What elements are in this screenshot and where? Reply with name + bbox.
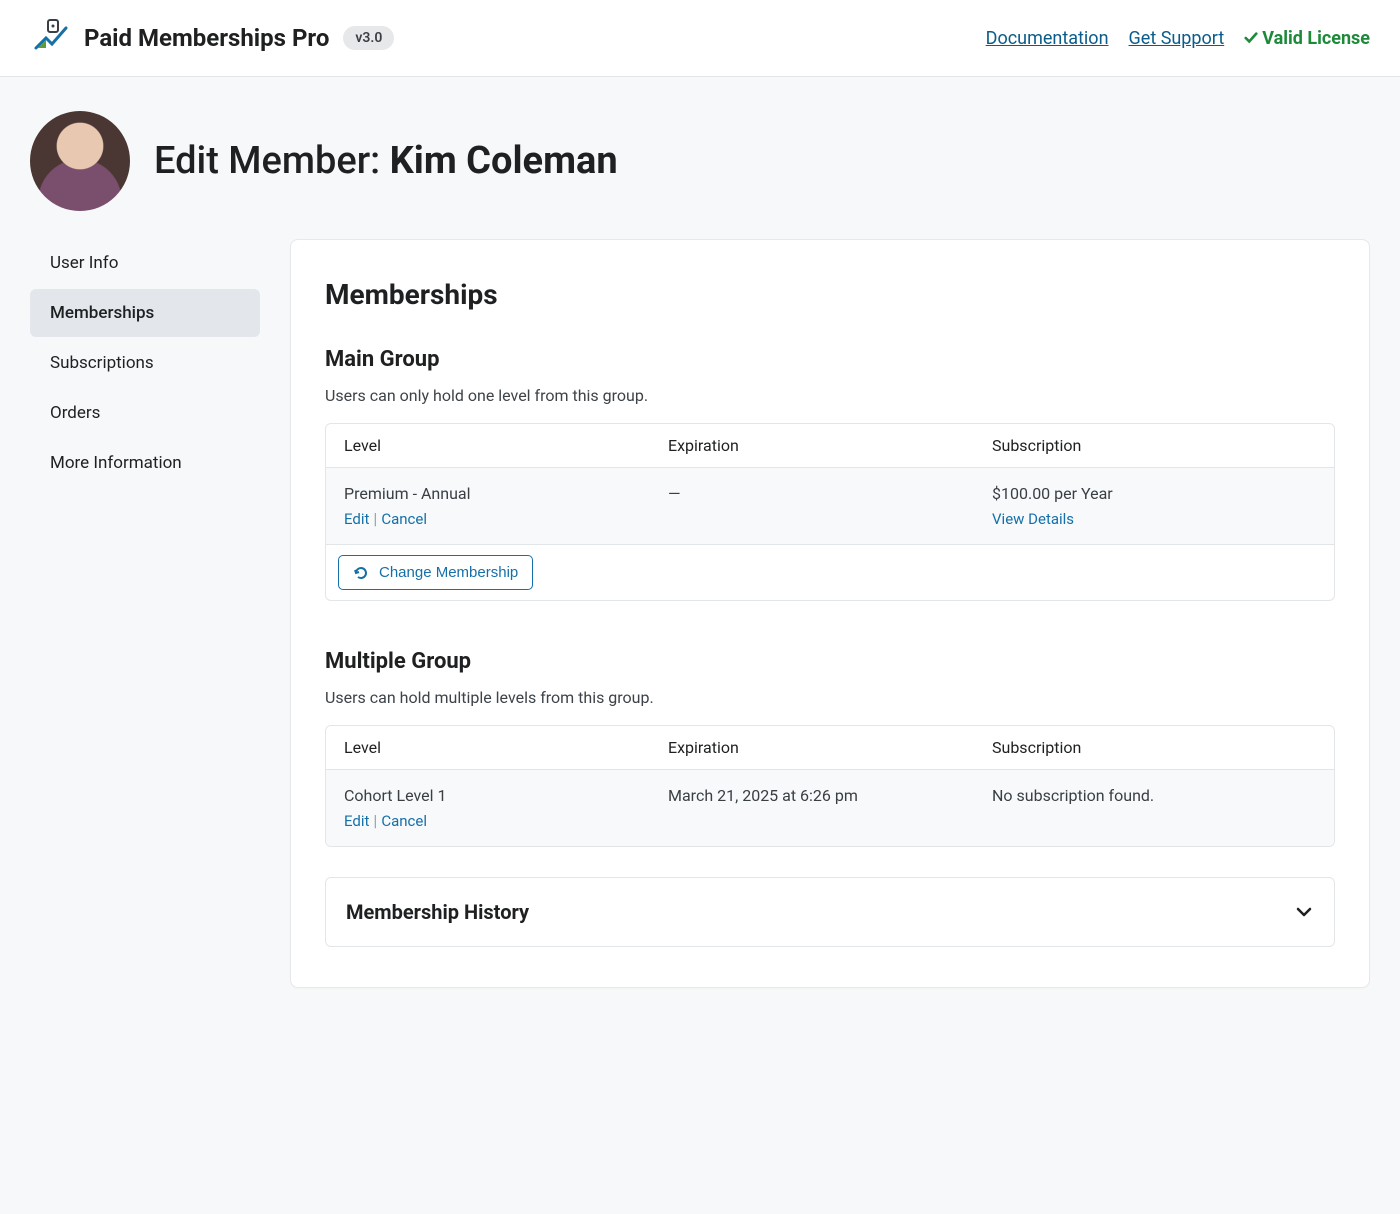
sidebar-item-user-info[interactable]: User Info bbox=[30, 239, 260, 287]
group-main: Main Group Users can only hold one level… bbox=[325, 347, 1335, 601]
app-logo-icon bbox=[30, 18, 70, 58]
col-subscription: Subscription bbox=[992, 436, 1316, 455]
group-multiple: Multiple Group Users can hold multiple l… bbox=[325, 649, 1335, 847]
chevron-down-icon bbox=[1294, 902, 1314, 922]
check-icon bbox=[1244, 31, 1258, 45]
topbar: Paid Memberships Pro v3.0 Documentation … bbox=[0, 0, 1400, 77]
level-table: Level Expiration Subscription Cohort Lev… bbox=[325, 725, 1335, 847]
rotate-icon bbox=[353, 565, 369, 581]
license-status: Valid License bbox=[1244, 28, 1370, 49]
version-badge: v3.0 bbox=[343, 26, 394, 50]
table-header: Level Expiration Subscription bbox=[326, 424, 1334, 468]
membership-history-toggle[interactable]: Membership History bbox=[325, 877, 1335, 947]
table-header: Level Expiration Subscription bbox=[326, 726, 1334, 770]
group-title: Main Group bbox=[325, 347, 1335, 372]
sidebar-item-subscriptions[interactable]: Subscriptions bbox=[30, 339, 260, 387]
cancel-link[interactable]: Cancel bbox=[381, 812, 427, 830]
table-row: Premium - Annual Edit|Cancel — $100.00 p… bbox=[326, 468, 1334, 545]
edit-link[interactable]: Edit bbox=[344, 510, 369, 528]
table-footer: Change Membership bbox=[326, 545, 1334, 600]
change-membership-button[interactable]: Change Membership bbox=[338, 555, 533, 590]
level-table: Level Expiration Subscription Premium - … bbox=[325, 423, 1335, 601]
col-level: Level bbox=[344, 738, 668, 757]
row-actions: Edit|Cancel bbox=[344, 811, 668, 830]
group-title: Multiple Group bbox=[325, 649, 1335, 674]
top-links: Documentation Get Support Valid License bbox=[986, 28, 1370, 49]
history-title: Membership History bbox=[346, 900, 529, 924]
table-row: Cohort Level 1 Edit|Cancel March 21, 202… bbox=[326, 770, 1334, 846]
level-name: Cohort Level 1 bbox=[344, 786, 668, 805]
avatar bbox=[30, 111, 130, 211]
col-level: Level bbox=[344, 436, 668, 455]
col-expiration: Expiration bbox=[668, 436, 992, 455]
page-header: Edit Member: Kim Coleman bbox=[0, 77, 1400, 239]
expiration-value: — bbox=[668, 484, 992, 503]
documentation-link[interactable]: Documentation bbox=[986, 28, 1109, 49]
support-link[interactable]: Get Support bbox=[1129, 28, 1225, 49]
sidebar-item-orders[interactable]: Orders bbox=[30, 389, 260, 437]
row-actions: Edit|Cancel bbox=[344, 509, 668, 528]
page-title: Edit Member: Kim Coleman bbox=[154, 139, 618, 183]
group-desc: Users can hold multiple levels from this… bbox=[325, 688, 1335, 707]
group-desc: Users can only hold one level from this … bbox=[325, 386, 1335, 405]
layout: User Info Memberships Subscriptions Orde… bbox=[0, 239, 1400, 1038]
col-subscription: Subscription bbox=[992, 738, 1316, 757]
edit-link[interactable]: Edit bbox=[344, 812, 369, 830]
brand: Paid Memberships Pro v3.0 bbox=[30, 18, 394, 58]
app-name: Paid Memberships Pro bbox=[84, 24, 329, 52]
expiration-value: March 21, 2025 at 6:26 pm bbox=[668, 786, 992, 805]
sidebar-item-memberships[interactable]: Memberships bbox=[30, 289, 260, 337]
sidebar-item-more-info[interactable]: More Information bbox=[30, 439, 260, 487]
col-expiration: Expiration bbox=[668, 738, 992, 757]
subscription-price: $100.00 per Year bbox=[992, 484, 1316, 503]
view-details-link[interactable]: View Details bbox=[992, 510, 1074, 528]
subscription-none: No subscription found. bbox=[992, 786, 1316, 805]
main-panel: Memberships Main Group Users can only ho… bbox=[290, 239, 1370, 988]
panel-title: Memberships bbox=[325, 278, 1335, 311]
level-name: Premium - Annual bbox=[344, 484, 668, 503]
sidebar: User Info Memberships Subscriptions Orde… bbox=[30, 239, 260, 489]
cancel-link[interactable]: Cancel bbox=[381, 510, 427, 528]
